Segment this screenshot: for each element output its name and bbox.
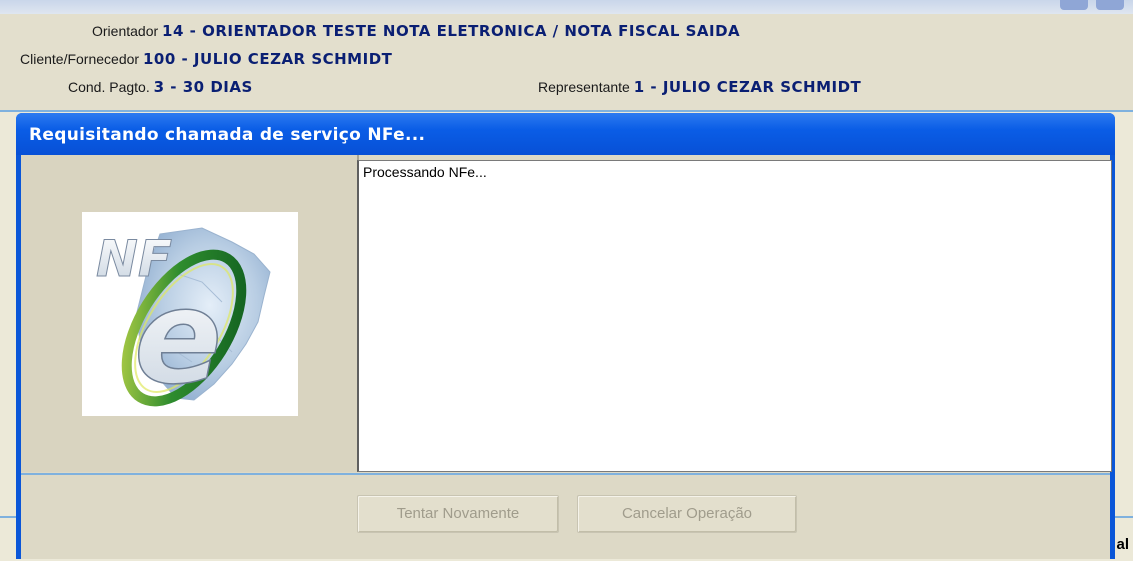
logo-pane: NF e [21,155,359,472]
dialog-body: NF e Processando NFe... Tentar Novamente… [21,155,1112,559]
cond-pagto-label: Cond. Pagto. [68,79,150,95]
dialog-title-bar[interactable]: Requisitando chamada de serviço NFe... [16,113,1115,155]
background-cutoff-text: al [1116,536,1129,553]
process-log-textarea[interactable]: Processando NFe... [357,160,1112,472]
dialog-title: Requisitando chamada de serviço NFe... [29,125,426,145]
cond-pagto-value: 3 - 30 DIAS [153,78,253,96]
nfe-logo-letter: e [134,261,222,413]
window-top-bar [0,0,1133,14]
log-message: Processando NFe... [363,164,487,180]
representante-row: Representante 1 - JULIO CEZAR SCHMIDT [538,78,861,96]
cliente-label: Cliente/Fornecedor [20,51,140,67]
representante-label: Representante [538,79,630,95]
orientador-value: 14 - ORIENTADOR TESTE NOTA ELETRONICA / … [162,22,741,40]
nfe-logo-icon: NF e [96,227,271,414]
cond-pagto-row: Cond. Pagto. 3 - 30 DIAS [68,78,253,96]
window-control-button[interactable] [1096,0,1124,10]
dialog-divider [21,473,1110,475]
orientador-label: Orientador [92,23,159,39]
nfe-logo: NF e [82,212,298,416]
representante-value: 1 - JULIO CEZAR SCHMIDT [633,78,862,96]
retry-button[interactable]: Tentar Novamente [357,495,559,533]
nfe-service-dialog: Requisitando chamada de serviço NFe... N… [16,113,1115,559]
cliente-row: Cliente/Fornecedor 100 - JULIO CEZAR SCH… [20,50,392,68]
window-control-button[interactable] [1060,0,1088,10]
cliente-value: 100 - JULIO CEZAR SCHMIDT [142,50,393,68]
orientador-row: Orientador 14 - ORIENTADOR TESTE NOTA EL… [92,22,740,40]
cancel-operation-button[interactable]: Cancelar Operação [577,495,797,533]
document-header: Orientador 14 - ORIENTADOR TESTE NOTA EL… [0,14,1133,112]
